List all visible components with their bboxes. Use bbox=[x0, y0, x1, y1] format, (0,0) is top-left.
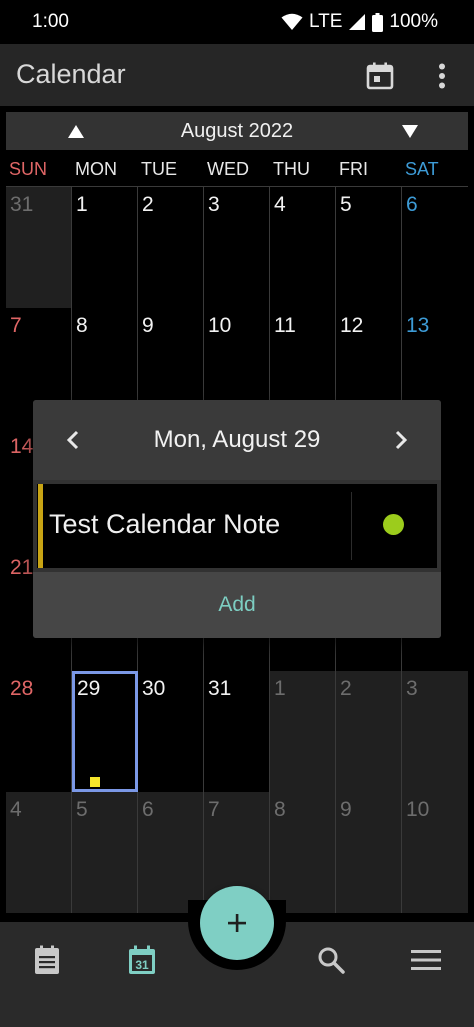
day-number: 11 bbox=[274, 314, 296, 337]
weekday-row: SUN MON TUE WED THU FRI SAT bbox=[6, 154, 468, 186]
event-marker bbox=[90, 777, 100, 787]
day-number: 1 bbox=[76, 193, 88, 216]
day-cell[interactable]: 3 bbox=[402, 671, 468, 792]
note-divider bbox=[351, 492, 352, 560]
status-icons: LTE 100% bbox=[281, 10, 438, 34]
week-row: 31 1 2 3 4 5 6 bbox=[6, 186, 468, 308]
note-item[interactable]: Test Calendar Note bbox=[37, 484, 437, 568]
day-cell[interactable]: 6 bbox=[138, 792, 204, 913]
week-row: 28 29 30 31 1 2 3 bbox=[6, 670, 468, 792]
chevron-left-icon bbox=[66, 430, 79, 450]
popup-date: Mon, August 29 bbox=[153, 426, 321, 453]
add-fab[interactable] bbox=[200, 886, 274, 960]
calendar-today-icon[interactable] bbox=[362, 58, 398, 94]
day-number: 7 bbox=[10, 314, 22, 337]
search-icon[interactable] bbox=[311, 940, 351, 980]
weekday-tue: TUE bbox=[141, 159, 177, 179]
day-cell[interactable]: 30 bbox=[138, 671, 204, 792]
weekday-thu: THU bbox=[273, 159, 310, 179]
calendar-icon[interactable]: 31 bbox=[122, 940, 162, 980]
note-color-bar bbox=[38, 484, 43, 568]
day-number: 10 bbox=[406, 798, 430, 821]
more-vert-icon[interactable] bbox=[424, 58, 460, 94]
day-number: 3 bbox=[406, 677, 418, 700]
weekday-wed: WED bbox=[207, 159, 249, 179]
day-cell[interactable]: 4 bbox=[6, 792, 72, 913]
day-number: 28 bbox=[10, 677, 34, 700]
day-cell[interactable]: 9 bbox=[336, 792, 402, 913]
day-number: 2 bbox=[142, 193, 154, 216]
day-number: 21 bbox=[10, 556, 34, 579]
day-cell[interactable]: 3 bbox=[204, 187, 270, 308]
day-cell[interactable]: 1 bbox=[270, 671, 336, 792]
day-number: 10 bbox=[208, 314, 232, 337]
day-cell[interactable]: 31 bbox=[204, 671, 270, 792]
day-number: 5 bbox=[76, 798, 88, 821]
previous-month-button[interactable] bbox=[56, 116, 96, 146]
day-number: 4 bbox=[10, 798, 22, 821]
plus-icon bbox=[228, 914, 246, 932]
month-label[interactable]: August 2022 bbox=[126, 120, 348, 143]
battery-icon bbox=[372, 12, 384, 32]
day-cell[interactable]: 8 bbox=[270, 792, 336, 913]
calendar-badge: 31 bbox=[135, 958, 149, 972]
day-cell[interactable]: 6 bbox=[402, 187, 468, 308]
status-time: 1:00 bbox=[32, 11, 69, 32]
day-number: 3 bbox=[208, 193, 220, 216]
day-number: 6 bbox=[142, 798, 154, 821]
note-title: Test Calendar Note bbox=[49, 509, 281, 539]
day-number: 14 bbox=[10, 435, 34, 458]
day-cell[interactable]: 28 bbox=[6, 671, 72, 792]
day-number: 8 bbox=[76, 314, 88, 337]
menu-icon[interactable] bbox=[406, 940, 446, 980]
triangle-up-icon bbox=[68, 124, 84, 138]
day-cell[interactable]: 4 bbox=[270, 187, 336, 308]
day-events-popup: Mon, August 29 Test Calendar Note Add bbox=[33, 400, 441, 638]
weekday-sun: SUN bbox=[9, 159, 48, 179]
triangle-down-icon bbox=[402, 124, 418, 138]
day-number: 9 bbox=[142, 314, 154, 337]
day-cell[interactable]: 5 bbox=[72, 792, 138, 913]
day-cell[interactable]: 2 bbox=[336, 671, 402, 792]
day-cell[interactable]: 5 bbox=[336, 187, 402, 308]
month-header: August 2022 bbox=[6, 112, 468, 150]
day-cell-selected[interactable]: 29 bbox=[72, 671, 138, 792]
note-status-dot bbox=[383, 514, 404, 535]
battery-percent: 100% bbox=[389, 11, 438, 32]
day-number: 7 bbox=[208, 798, 220, 821]
day-number: 30 bbox=[142, 677, 166, 700]
signal-icon bbox=[348, 13, 366, 31]
day-number: 12 bbox=[340, 314, 364, 337]
day-number: 1 bbox=[274, 677, 286, 700]
weekday-sat: SAT bbox=[405, 159, 439, 179]
status-bar: 1:00 LTE 100% bbox=[0, 0, 474, 44]
day-number: 2 bbox=[340, 677, 352, 700]
day-number: 4 bbox=[274, 193, 286, 216]
chevron-right-icon bbox=[395, 430, 408, 450]
notes-icon[interactable] bbox=[27, 940, 67, 980]
next-day-button[interactable] bbox=[383, 422, 419, 458]
day-number: 6 bbox=[406, 193, 418, 216]
wifi-icon bbox=[281, 13, 303, 31]
next-month-button[interactable] bbox=[390, 116, 430, 146]
popup-header: Mon, August 29 bbox=[33, 400, 441, 480]
day-number: 29 bbox=[77, 677, 101, 700]
day-number: 31 bbox=[208, 677, 232, 700]
day-number: 31 bbox=[10, 193, 34, 216]
previous-day-button[interactable] bbox=[55, 422, 91, 458]
day-cell[interactable]: 1 bbox=[72, 187, 138, 308]
day-cell[interactable]: 31 bbox=[6, 187, 72, 308]
add-button[interactable]: Add bbox=[33, 572, 441, 638]
network-label: LTE bbox=[308, 11, 343, 32]
day-number: 9 bbox=[340, 798, 352, 821]
day-cell[interactable]: 10 bbox=[402, 792, 468, 913]
day-number: 13 bbox=[406, 314, 430, 337]
app-bar: Calendar bbox=[0, 44, 474, 106]
weekday-fri: FRI bbox=[339, 159, 368, 179]
day-cell[interactable]: 2 bbox=[138, 187, 204, 308]
day-number: 8 bbox=[274, 798, 286, 821]
weekday-mon: MON bbox=[75, 159, 117, 179]
day-number: 5 bbox=[340, 193, 352, 216]
app-title: Calendar bbox=[16, 59, 126, 89]
